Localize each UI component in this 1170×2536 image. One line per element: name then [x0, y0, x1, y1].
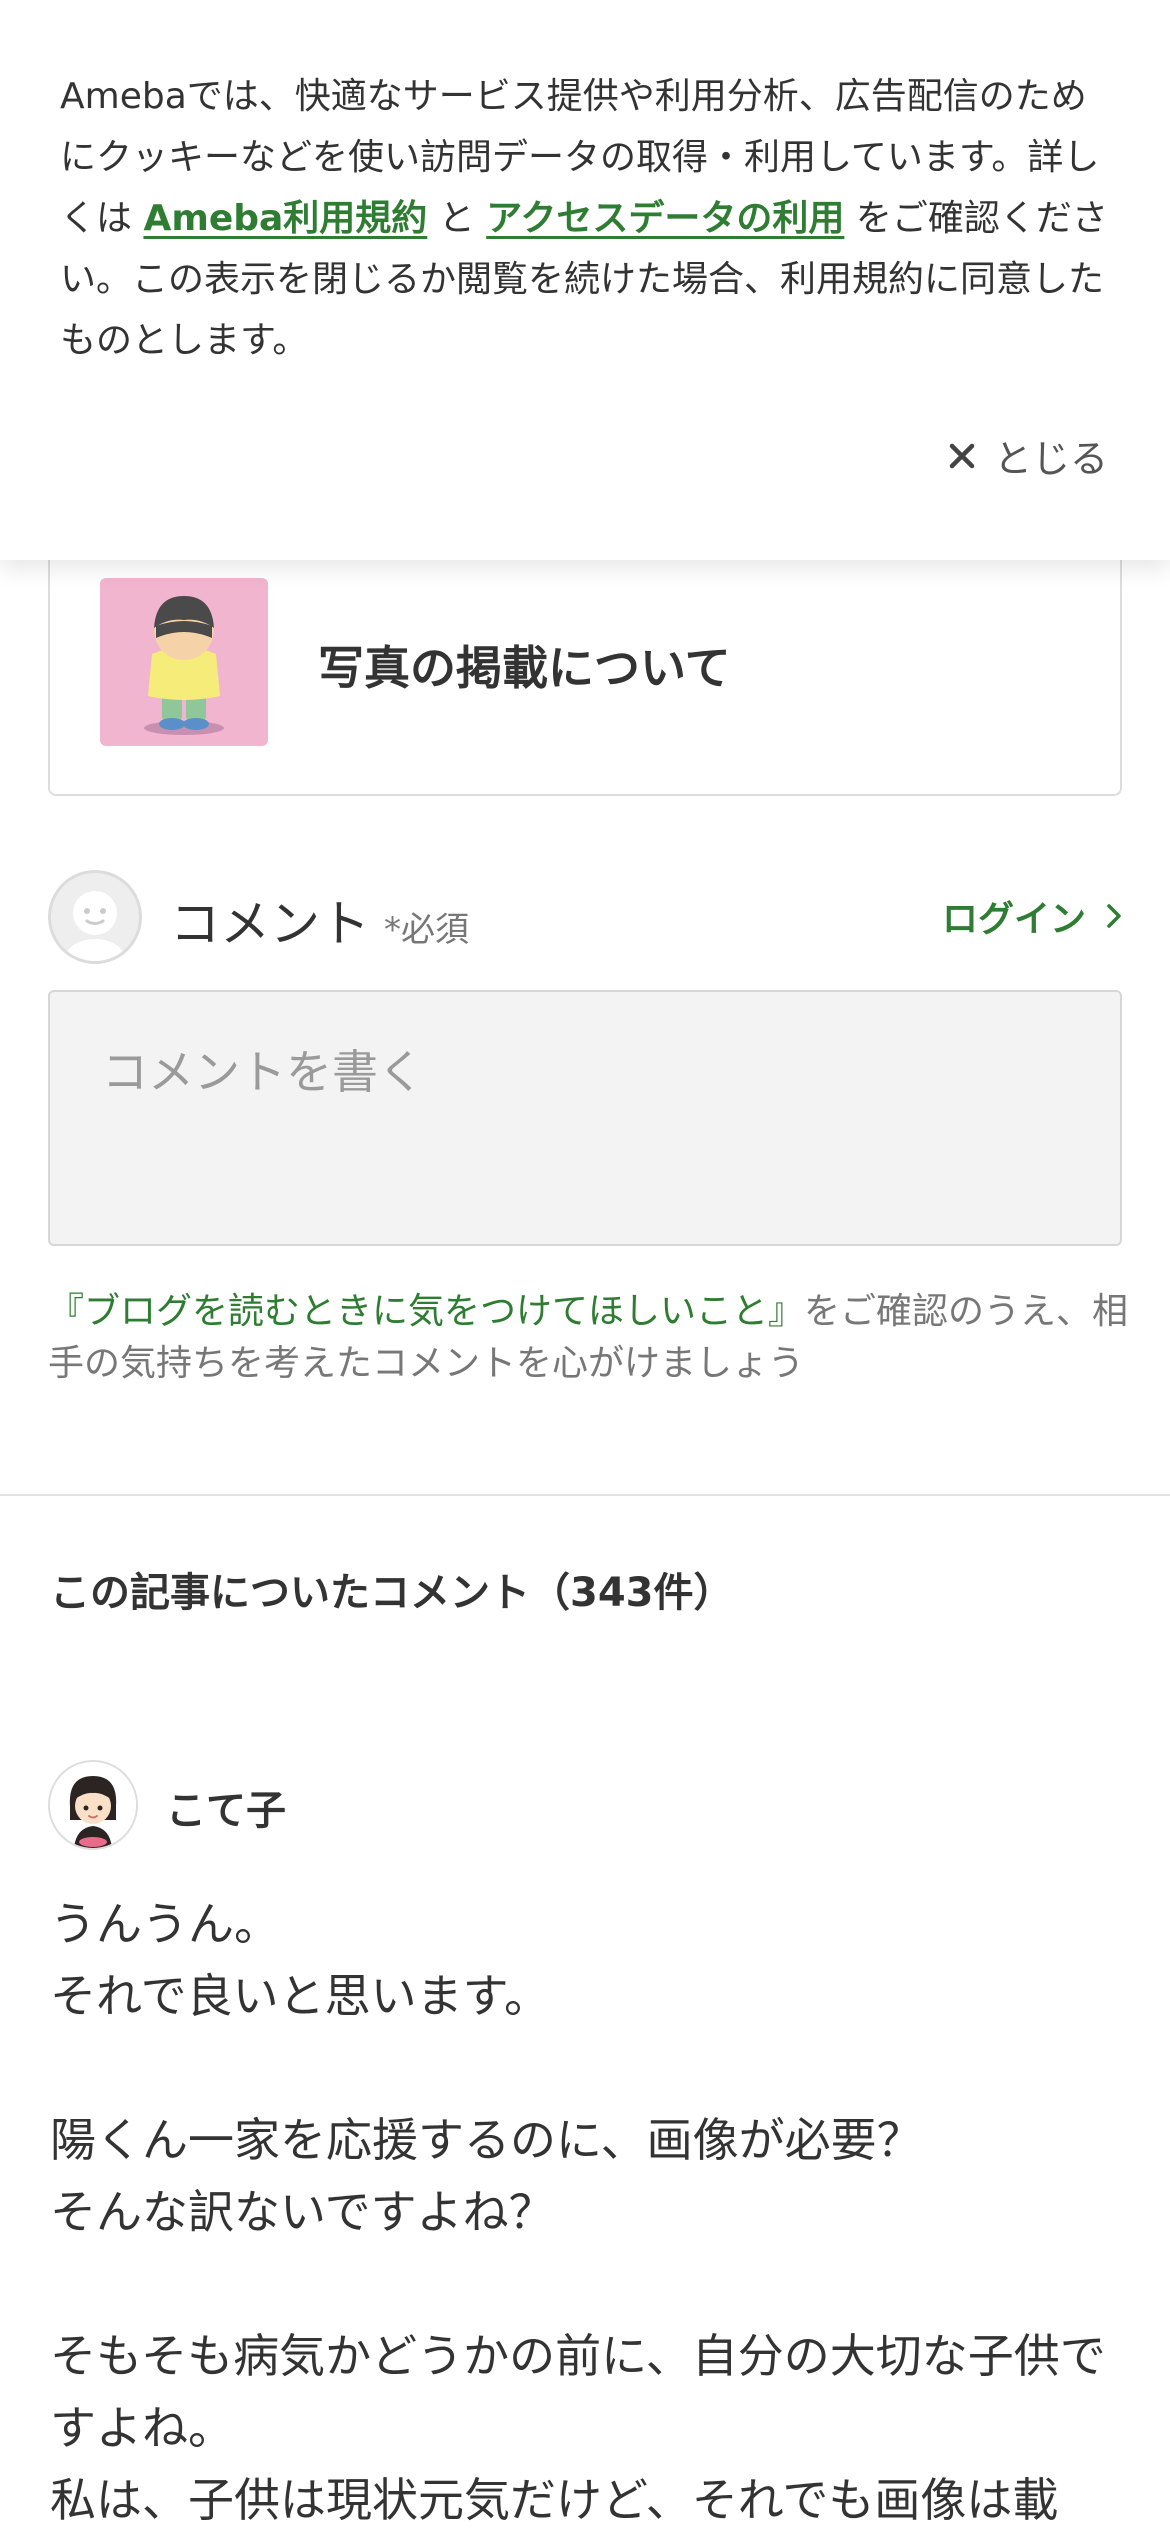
login-label: ログイン [941, 899, 1086, 940]
comment-line: 私は、子供は現状元気だけど、それでも画像は載 [50, 2473, 1059, 2527]
comment-blank-line [50, 2248, 1140, 2320]
comment-label: コメント [170, 895, 370, 953]
comment-input[interactable] [48, 990, 1122, 1246]
comment-line: そもそも病気かどうかの前に、自分の大切な子供ですよね。 [50, 2329, 1106, 2455]
comment-body: うんうん。 それで良いと思います。 陽くん一家を応援するのに、画像が必要？ そん… [50, 1888, 1140, 2536]
comment-line: うんうん。 [50, 1897, 280, 1951]
commenter-avatar[interactable] [48, 1760, 138, 1850]
chevron-right-icon [1107, 904, 1121, 928]
article-thumbnail [100, 578, 268, 746]
comment-line: そんな訳ないですよね？ [50, 2185, 555, 2239]
cookie-banner-text: Amebaでは、快適なサービス提供や利用分析、広告配信のためにクッキーなどを使い… [60, 66, 1120, 371]
close-icon [949, 443, 975, 468]
section-divider [0, 1494, 1170, 1496]
comment-blank-line [50, 2032, 1140, 2104]
related-article-card[interactable]: 写真の掲載について [48, 540, 1122, 796]
article-title: 写真の掲載について [318, 641, 731, 695]
cookie-close-label: とじる [993, 437, 1108, 481]
cookie-banner: Amebaでは、快適なサービス提供や利用分析、広告配信のためにクッキーなどを使い… [0, 0, 1170, 560]
terms-link[interactable]: Ameba利用規約 [143, 198, 427, 239]
login-link[interactable]: ログイン [942, 890, 1122, 942]
comment-form-header: コメント *必須 ログイン [48, 870, 1122, 966]
required-marker: *必須 [384, 910, 469, 950]
comment-count-heading: この記事についたコメント（343件） [50, 1570, 734, 1616]
comment-guideline-notice: 『ブログを読むときに気をつけてほしいこと』をご確認のうえ、相手の気持ちを考えたコ… [48, 1286, 1138, 1390]
comment-line: それで良いと思います。 [50, 1969, 551, 2023]
guideline-link[interactable]: 『ブログを読むときに気をつけてほしいこと』 [48, 1291, 804, 1332]
guest-avatar [48, 870, 142, 964]
comment-line: 陽くん一家を応援するのに、画像が必要？ [50, 2113, 923, 2167]
access-data-link[interactable]: アクセスデータの利用 [486, 198, 844, 239]
cookie-text-middle: と [427, 198, 487, 239]
cookie-close-button[interactable]: とじる [948, 428, 1108, 483]
comment-author[interactable]: こて子 [166, 1778, 286, 1836]
